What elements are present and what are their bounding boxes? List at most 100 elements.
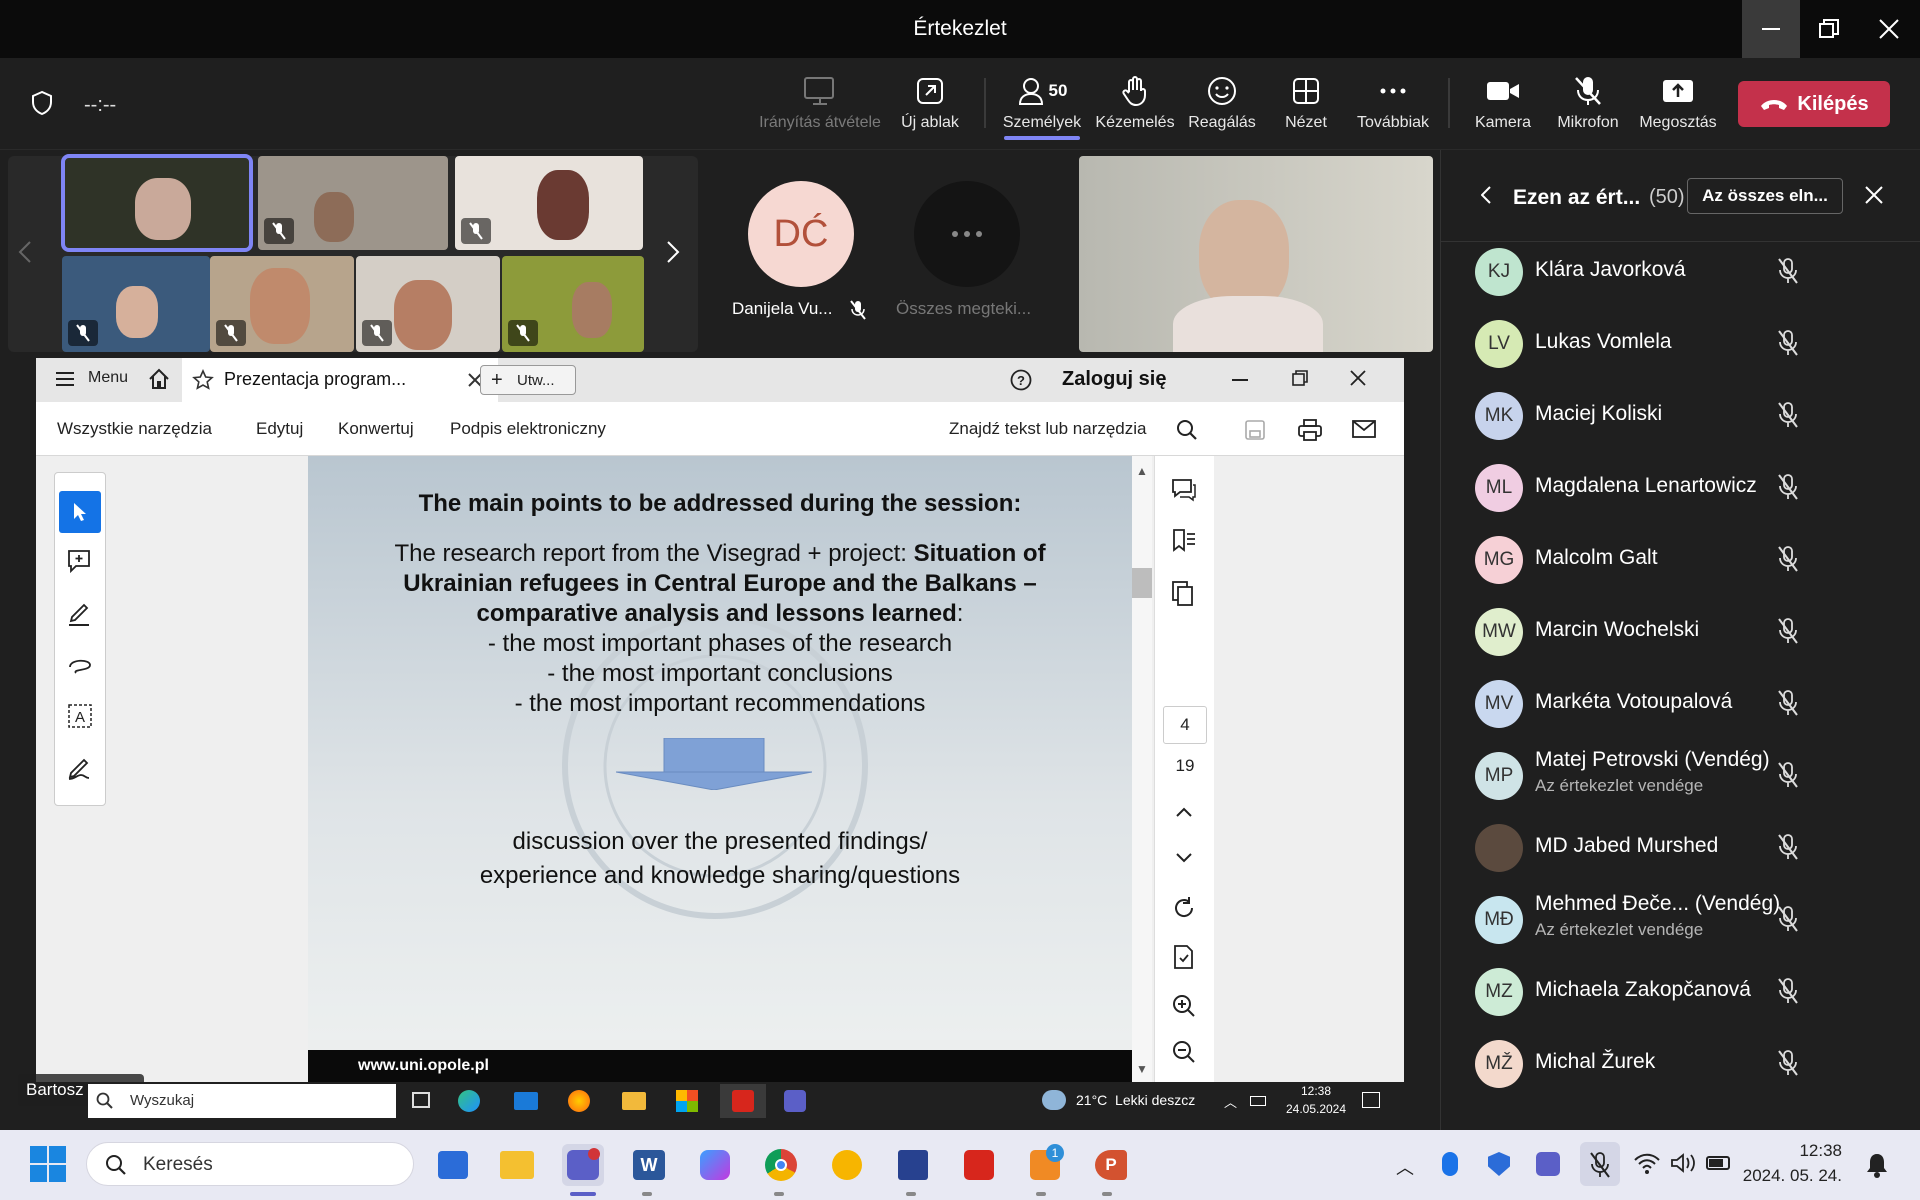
clock-time[interactable]: 12:38 xyxy=(1746,1141,1842,1161)
add-comment-icon[interactable] xyxy=(67,549,93,575)
convert-tab[interactable]: Konwertuj xyxy=(338,419,414,439)
shared-search-box[interactable]: Wyszukaj xyxy=(88,1084,396,1118)
participant-row[interactable]: MZ Michaela Zakopčanová xyxy=(1441,956,1920,1028)
bookmarks-icon[interactable] xyxy=(1171,528,1197,554)
participant-row[interactable]: MD Jabed Murshed xyxy=(1441,812,1920,884)
new-tab-button[interactable]: + Utw... xyxy=(480,365,576,395)
participant-avatar[interactable]: DĆ xyxy=(748,181,854,287)
scroll-up-icon[interactable]: ▲ xyxy=(1136,464,1148,478)
chevron-left-icon[interactable] xyxy=(1481,186,1491,204)
participant-row[interactable]: MĐ Mehmed Đeče... (Vendég) Az értekezlet v… xyxy=(1441,884,1920,956)
bell-icon[interactable] xyxy=(1866,1152,1888,1178)
video-tile[interactable] xyxy=(61,154,253,252)
zoom-in-icon[interactable] xyxy=(1172,994,1196,1018)
store-icon[interactable] xyxy=(676,1090,698,1112)
mic-off-icon[interactable] xyxy=(1777,618,1799,644)
sign-icon[interactable] xyxy=(67,755,93,781)
take-control-button[interactable]: Irányítás átvétele xyxy=(756,74,884,140)
edge-icon[interactable] xyxy=(458,1090,480,1112)
text-box-icon[interactable]: A xyxy=(67,703,93,729)
zoom-out-icon[interactable] xyxy=(1172,1040,1196,1064)
tray-chevron-icon[interactable]: ︿ xyxy=(1224,1092,1237,1111)
close-icon[interactable] xyxy=(1350,370,1366,386)
react-button[interactable]: Reagálás xyxy=(1186,74,1258,140)
e-sign-tab[interactable]: Podpis elektroniczny xyxy=(450,419,606,439)
taskbar-search[interactable]: Keresés xyxy=(86,1142,414,1186)
participant-row[interactable]: MŽ Michal Žurek xyxy=(1441,1028,1920,1100)
participant-row[interactable]: LV Lukas Vomlela xyxy=(1441,308,1920,380)
tool-search[interactable]: Znajdź tekst lub narzędzia xyxy=(949,419,1147,439)
video-tile[interactable] xyxy=(62,256,210,352)
mic-off-icon[interactable] xyxy=(1777,762,1799,788)
raise-hand-button[interactable]: Kézemelés xyxy=(1094,74,1176,140)
video-tile[interactable] xyxy=(455,156,643,250)
help-icon[interactable]: ? xyxy=(1010,369,1032,391)
video-tile[interactable] xyxy=(258,156,448,250)
select-tool[interactable] xyxy=(59,491,101,533)
mute-all-button[interactable]: Az összes eln... xyxy=(1687,178,1843,214)
restore-icon[interactable] xyxy=(1292,370,1308,386)
word-icon[interactable]: W xyxy=(628,1144,670,1186)
search-icon[interactable] xyxy=(1176,419,1198,441)
battery-icon[interactable] xyxy=(1706,1156,1730,1170)
mic-off-icon[interactable] xyxy=(1777,474,1799,500)
menu-button[interactable]: Menu xyxy=(88,369,128,387)
chevron-right-icon[interactable] xyxy=(666,240,680,264)
share-button[interactable]: Megosztás xyxy=(1636,74,1720,140)
clock-date[interactable]: 2024. 05. 24. xyxy=(1736,1166,1842,1186)
wifi-icon[interactable] xyxy=(1634,1152,1660,1174)
scroll-down-icon[interactable]: ▼ xyxy=(1136,1062,1148,1076)
ftp-app-icon[interactable]: 1 xyxy=(1024,1144,1066,1186)
highlight-icon[interactable] xyxy=(67,601,93,627)
task-view-icon[interactable] xyxy=(412,1092,430,1108)
mic-off-icon[interactable] xyxy=(1777,906,1799,932)
firefox-icon[interactable] xyxy=(568,1090,590,1112)
mail-icon[interactable] xyxy=(1352,420,1376,438)
mic-button[interactable]: Mikrofon xyxy=(1550,74,1626,140)
chevron-up-icon[interactable] xyxy=(1175,806,1193,818)
mic-off-icon[interactable] xyxy=(1777,1050,1799,1076)
tray-chevron-icon[interactable]: ︿ xyxy=(1396,1154,1414,1180)
video-tile[interactable] xyxy=(210,256,354,352)
bluetooth-icon[interactable] xyxy=(1442,1152,1458,1176)
teams-icon[interactable] xyxy=(784,1090,806,1112)
mail-app-icon[interactable] xyxy=(514,1092,538,1110)
acrobat-app-icon[interactable] xyxy=(958,1144,1000,1186)
mic-off-icon[interactable] xyxy=(1777,402,1799,428)
teams-tray-icon[interactable] xyxy=(1536,1152,1560,1176)
participant-row[interactable]: MK Maciej Koliski xyxy=(1441,380,1920,452)
pages-icon[interactable] xyxy=(1171,580,1195,606)
print-icon[interactable] xyxy=(1298,419,1322,441)
floppy-app-icon[interactable] xyxy=(892,1144,934,1186)
vpn-icon[interactable] xyxy=(826,1144,868,1186)
participant-row[interactable]: ML Magdalena Lenartowicz xyxy=(1441,452,1920,524)
close-window-button[interactable] xyxy=(1860,0,1918,58)
participant-row[interactable]: MV Markéta Votoupalová xyxy=(1441,668,1920,740)
document-tab[interactable]: Prezentacja program... xyxy=(182,358,498,402)
chrome-icon[interactable] xyxy=(760,1144,802,1186)
acrobat-taskbar-item[interactable] xyxy=(720,1084,766,1118)
rotate-icon[interactable] xyxy=(1172,896,1196,920)
page-number-input[interactable]: 4 xyxy=(1163,706,1207,744)
chevron-down-icon[interactable] xyxy=(1175,852,1193,864)
mic-off-icon[interactable] xyxy=(1777,834,1799,860)
volume-icon[interactable] xyxy=(1670,1152,1696,1174)
mic-off-icon[interactable] xyxy=(1777,258,1799,284)
leave-button[interactable]: Kilépés xyxy=(1738,81,1890,127)
chevron-left-icon[interactable] xyxy=(18,240,32,264)
all-tools-tab[interactable]: Wszystkie narzędzia xyxy=(57,419,212,439)
minimize-button[interactable] xyxy=(1742,0,1800,58)
mic-off-icon[interactable] xyxy=(1777,546,1799,572)
camera-button[interactable]: Kamera xyxy=(1466,74,1540,140)
notification-icon[interactable] xyxy=(1362,1092,1380,1108)
windows-start-icon[interactable] xyxy=(30,1146,66,1182)
comments-icon[interactable] xyxy=(1171,478,1197,502)
speaker-video[interactable] xyxy=(1079,156,1433,352)
close-panel-button[interactable] xyxy=(1865,186,1883,204)
more-button[interactable]: Továbbiak xyxy=(1350,74,1436,140)
minimize-icon[interactable] xyxy=(1232,379,1248,381)
scrollbar-thumb[interactable] xyxy=(1132,568,1152,598)
participant-row[interactable]: MG Malcolm Galt xyxy=(1441,524,1920,596)
sign-in-button[interactable]: Zaloguj się xyxy=(1062,368,1166,391)
mic-off-icon[interactable] xyxy=(1777,330,1799,356)
